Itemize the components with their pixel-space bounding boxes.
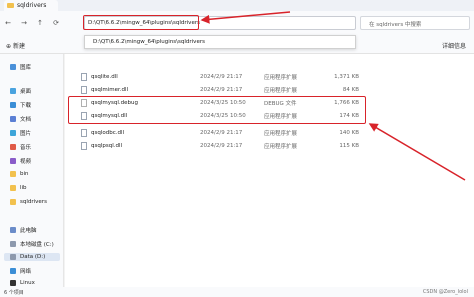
arrow-to-address (200, 11, 291, 24)
arrow-to-files (368, 123, 466, 181)
annotation-arrows (200, 11, 466, 181)
